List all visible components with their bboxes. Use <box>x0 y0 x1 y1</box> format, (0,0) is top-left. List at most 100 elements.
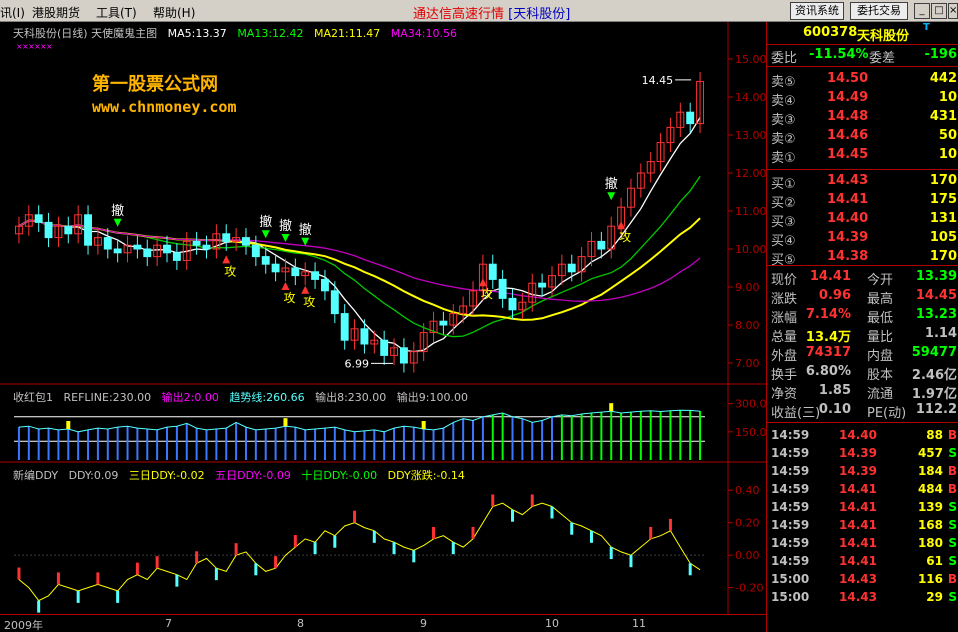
candle-down <box>64 225 73 235</box>
stat-value: 14.45 <box>915 288 957 303</box>
buy-marker-label: 攻 <box>303 295 315 309</box>
tick-time: 14:59 <box>771 464 810 478</box>
ddy-value: DDY:0.09 <box>68 469 119 482</box>
bid-label: 买① <box>771 177 796 192</box>
buy-arrow-icon <box>617 221 626 230</box>
mid-indicator-bar: 收红包1 REFLINE:230.00 输出2:0.00 趋势线:260.66 … <box>13 389 475 405</box>
candle-down <box>320 278 329 292</box>
bid-volume: 175 <box>929 192 957 207</box>
chart-area[interactable]: 15.00 14.00 13.00 12.00 11.00 10.00 9.00 8.00 7.… <box>0 22 766 632</box>
tick-side: S <box>948 536 957 550</box>
stat-label: 涨跌 <box>771 292 798 307</box>
bid-row[interactable]: 买④ 14.39 105 <box>767 229 958 249</box>
stat-value: 112.2 <box>915 402 957 417</box>
buy-marker-label: 攻 <box>481 287 493 301</box>
indicator-axis-label: 150.0 <box>735 426 766 439</box>
menu-tools[interactable]: 工具(T) <box>96 4 137 21</box>
tick-price: 14.41 <box>839 536 877 550</box>
candle-down <box>311 271 320 280</box>
stat-value: 13.4万 <box>805 330 851 345</box>
bid-row[interactable]: 买① 14.43 170 <box>767 172 958 192</box>
restore-icon[interactable]: □ <box>931 3 947 19</box>
yellow-signal <box>66 421 71 429</box>
tick-volume: 61 <box>926 554 943 568</box>
bid-row[interactable]: 买③ 14.40 131 <box>767 210 958 230</box>
weicha-label: 委差 <box>869 51 896 66</box>
stat-value: 0.96 <box>818 288 851 303</box>
ddy-up-bar <box>353 510 357 523</box>
tick-row: 14:59 14.39 184 B <box>767 462 958 480</box>
weicha-value: -196 <box>924 47 957 62</box>
t-badge: T <box>923 22 930 33</box>
candle-down <box>360 328 369 345</box>
trade-button[interactable]: 委托交易 <box>850 2 908 20</box>
buy-marker-label: 攻 <box>619 230 631 244</box>
tick-price: 14.41 <box>839 500 877 514</box>
tick-volume: 139 <box>917 500 943 514</box>
news-system-button[interactable]: 资讯系统 <box>790 2 844 20</box>
tick-time: 15:00 <box>771 572 810 586</box>
menu-hk-futures[interactable]: 港股期货 <box>32 4 80 21</box>
ask-row[interactable]: 卖② 14.46 50 <box>767 127 958 147</box>
ask-row[interactable]: 卖③ 14.48 431 <box>767 108 958 128</box>
bid-volume: 170 <box>929 249 957 264</box>
bid-price: 14.39 <box>827 230 869 245</box>
tick-time: 14:59 <box>771 446 810 460</box>
tick-row: 14:59 14.41 484 B <box>767 480 958 498</box>
ask-row[interactable]: 卖④ 14.49 10 <box>767 89 958 109</box>
ddy-up-bar <box>274 556 278 569</box>
max-price-label: 14.45 <box>642 74 674 87</box>
tick-side: S <box>948 500 957 514</box>
time-label-11: 11 <box>632 617 646 630</box>
buy-arrow-icon <box>222 255 231 264</box>
candle-down <box>261 256 270 265</box>
stat-label: 总量 <box>771 330 798 345</box>
ddy-up-bar <box>668 518 672 531</box>
menu-info[interactable]: 讯(I) <box>0 4 25 21</box>
ma13-value: MA13:12.42 <box>237 27 304 40</box>
sell-arrow-icon <box>301 237 310 246</box>
tick-time: 14:59 <box>771 536 810 550</box>
ma21-value: MA21:11.47 <box>314 27 381 40</box>
ask-row[interactable]: 卖⑤ 14.50 442 <box>767 70 958 90</box>
ask-row[interactable]: 卖① 14.45 10 <box>767 146 958 166</box>
sell-arrow-icon <box>607 192 616 201</box>
bid-row[interactable]: 买② 14.41 175 <box>767 191 958 211</box>
close-icon[interactable]: × <box>948 3 958 19</box>
stat-value: 74317 <box>805 345 851 360</box>
candle-down <box>133 244 142 250</box>
stat-label: 现价 <box>771 273 798 288</box>
ddy-up-bar <box>17 567 21 580</box>
stat-label: PE(动) <box>867 406 907 421</box>
tick-side: B <box>947 482 957 496</box>
tick-side: B <box>947 572 957 586</box>
price-axis-label: 11.00 <box>735 205 766 218</box>
ddy-up-bar <box>135 562 139 575</box>
ask-price: 14.50 <box>827 71 869 86</box>
ddy-down-bar <box>76 590 80 603</box>
tick-volume: 116 <box>917 572 943 586</box>
candle-down <box>251 244 260 258</box>
bid-row[interactable]: 买⑤ 14.38 170 <box>767 248 958 268</box>
tick-row: 15:00 14.43 29 S <box>767 588 958 606</box>
candle-down <box>538 282 547 288</box>
minimize-icon[interactable]: _ <box>914 3 930 19</box>
ddy-up-bar <box>491 494 495 507</box>
stat-row: 总量 13.4万 量比 1.14 <box>767 325 958 345</box>
menu-help[interactable]: 帮助(H) <box>153 4 195 21</box>
ask-price: 14.46 <box>827 128 869 143</box>
tick-price: 14.41 <box>839 554 877 568</box>
tick-price: 14.43 <box>839 572 877 586</box>
app-title: 通达信高速行情 [天科股份] <box>413 3 570 22</box>
ddy-up-bar <box>471 526 475 539</box>
stat-value: 7.14% <box>805 307 851 322</box>
app-title-text: 通达信高速行情 <box>413 7 505 22</box>
ask-label: 卖⑤ <box>771 75 796 90</box>
ask-volume: 10 <box>938 90 957 105</box>
trend-line <box>18 409 701 433</box>
price-axis-label: 10.00 <box>735 243 766 256</box>
ddy-down-bar <box>313 542 317 555</box>
ddy-down-bar <box>392 542 396 555</box>
candle-down <box>508 297 517 311</box>
buy-marker-label: 攻 <box>224 264 236 278</box>
